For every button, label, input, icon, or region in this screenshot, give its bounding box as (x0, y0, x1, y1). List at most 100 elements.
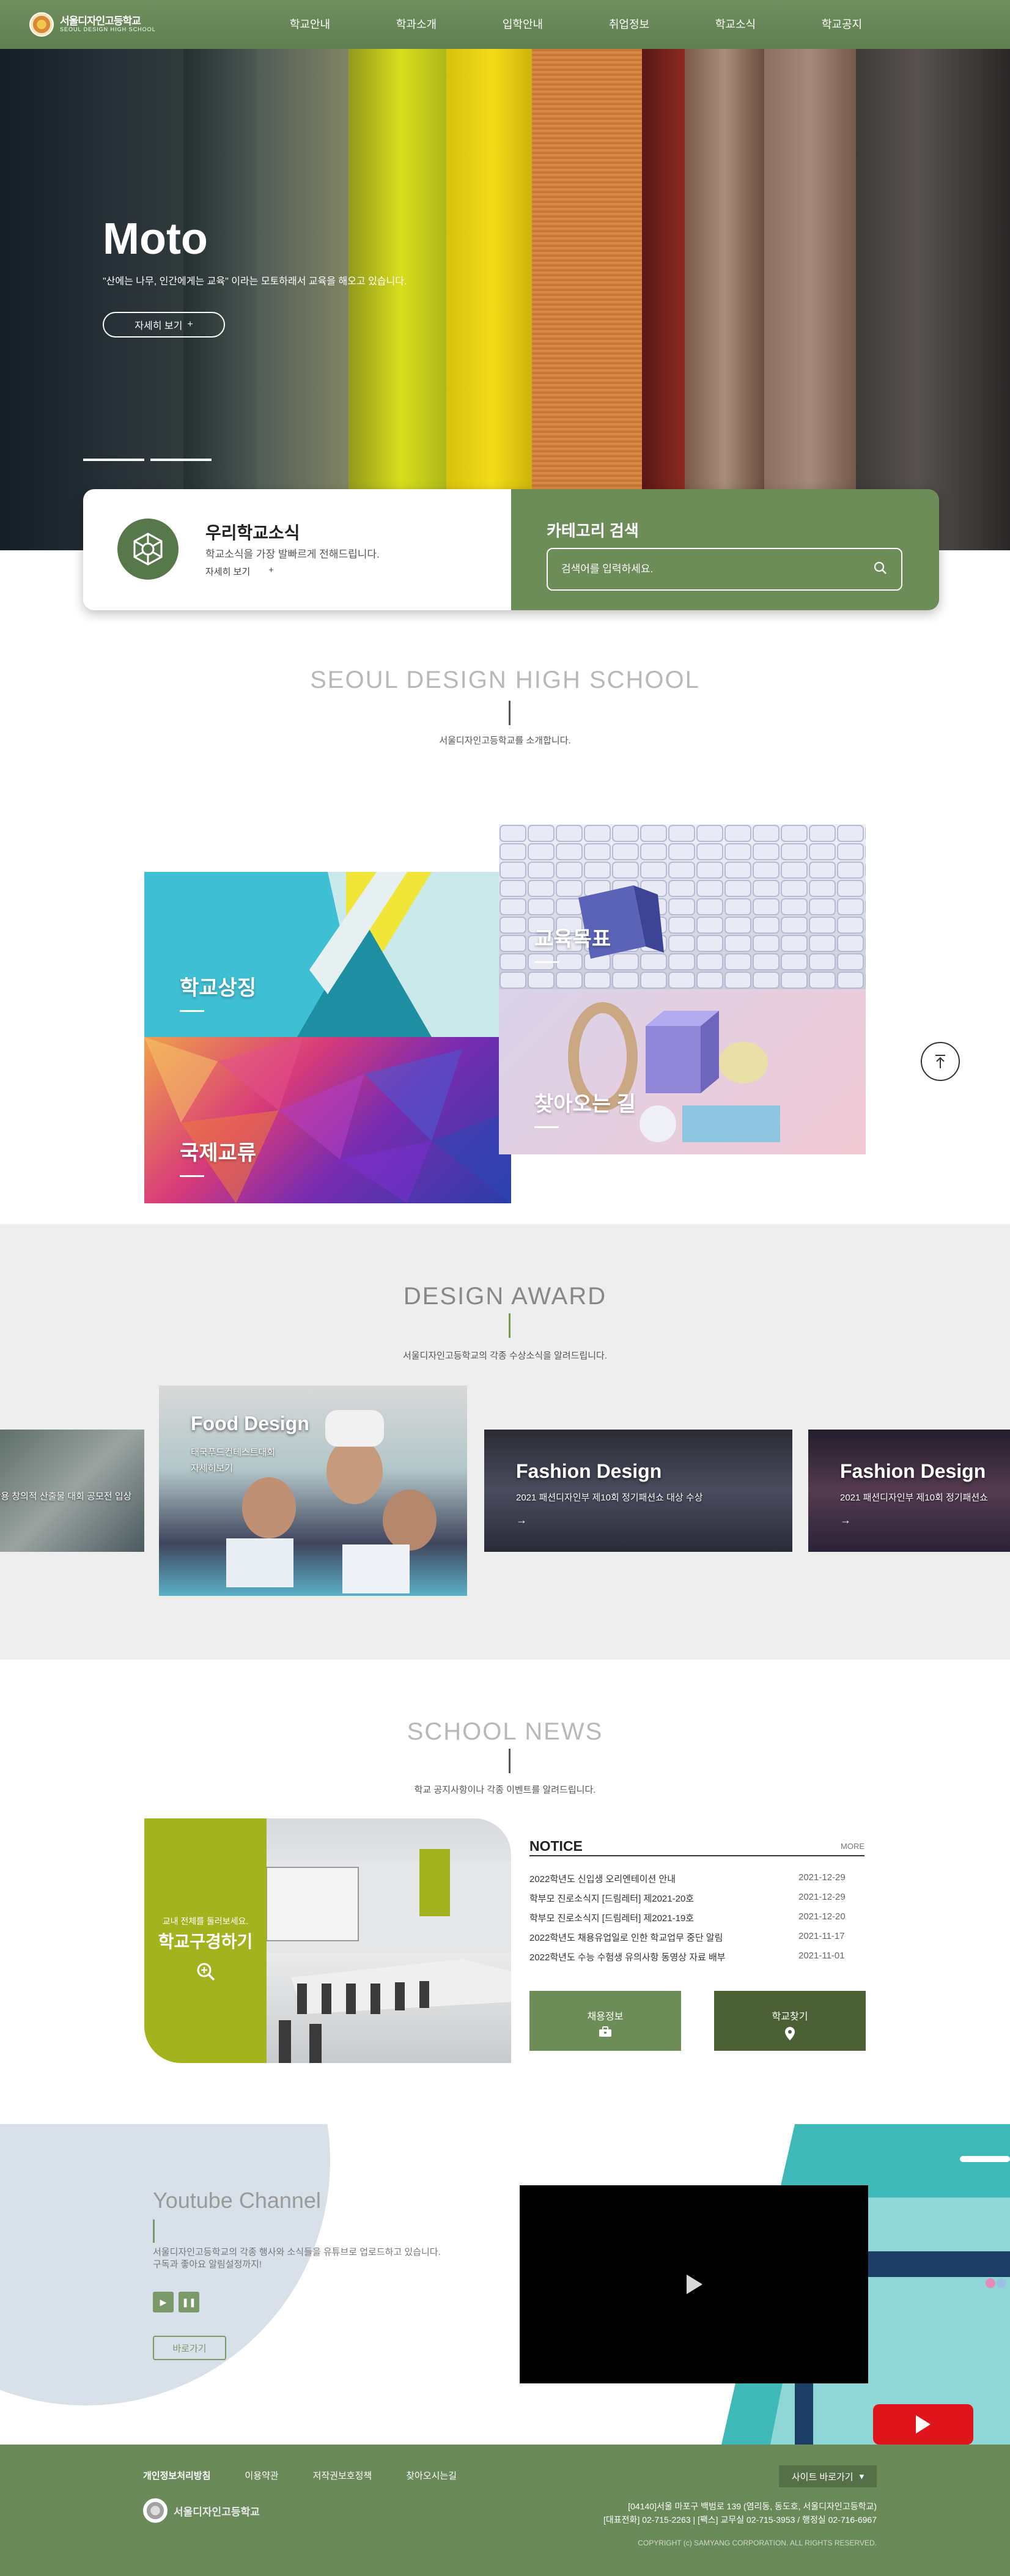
footer-link-copyright[interactable]: 저작권보호정책 (313, 2469, 372, 2482)
footer-logo-name: 서울디자인고등학교 (174, 2506, 260, 2518)
plus-icon: + (187, 319, 193, 330)
footer-link-terms[interactable]: 이용약관 (245, 2469, 278, 2482)
site-header: 서울디자인고등학교 SEOUL DESIGN HIGH SCHOOL 학교안내 … (0, 0, 1010, 49)
school-emblem-icon (29, 12, 54, 37)
tile-school-symbol-label: 학교상징 (180, 976, 257, 1000)
notice-item-title: 2022학년도 수능 수험생 유의사항 동영상 자료 배부 (529, 1952, 726, 1963)
intro-divider (509, 701, 511, 725)
nav-admission[interactable]: 입학안내 (470, 0, 576, 49)
tile-dash (534, 1126, 559, 1128)
school-tour-subtitle: 교내 전체를 둘러보세요. (162, 1916, 249, 1926)
notice-item-title: 학부모 진로소식지 [드림레터] 제2021-20호 (529, 1894, 695, 1904)
tile-directions[interactable]: 찾아오는 길 (499, 989, 866, 1154)
recruit-info-button[interactable]: 채용정보 (529, 1991, 681, 2051)
nav-school-news[interactable]: 학교소식 (682, 0, 789, 49)
notice-title: NOTICE (529, 1838, 583, 1854)
award-card-active[interactable]: Food Design 태국푸드컨테스트대회 자세히보기 (159, 1386, 467, 1596)
classroom-photo (266, 1818, 511, 2063)
family-site-select[interactable]: 사이트 바로가기 ▾ (779, 2465, 877, 2487)
site-logo[interactable]: 서울디자인고등학교 SEOUL DESIGN HIGH SCHOOL (29, 11, 170, 38)
notice-item[interactable]: 2022학년도 채용유업일로 인한 학교업무 중단 알림 2021-11-17 (529, 1931, 864, 1944)
footer-link-privacy[interactable]: 개인정보처리방침 (143, 2469, 210, 2482)
notice-item-date: 2021-12-20 (798, 1911, 846, 1922)
youtube-shortcut-button[interactable]: 바로가기 (153, 2336, 226, 2360)
tile-directions-label: 찾아오는 길 (534, 1093, 636, 1116)
award-card[interactable]: Fashion Design 2021 패션디자인부 제10회 정기패션쇼 대상… (484, 1430, 792, 1552)
tile-dash (180, 1010, 204, 1012)
tile-school-symbol[interactable]: 학교상징 (144, 872, 499, 1037)
arrow-up-icon (935, 1055, 945, 1068)
video-player[interactable] (520, 2185, 868, 2383)
youtube-description-line: 서울디자인고등학교의 각종 행사와 소식들을 유튜브로 업로드하고 있습니다. (153, 2247, 441, 2257)
tile-dash (180, 1175, 204, 1177)
category-search-field (547, 548, 902, 591)
award-card-desc: 2021 패션디자인부 제10회 정기패션쇼 (840, 1493, 988, 1503)
hero-page-indicator[interactable] (150, 459, 212, 461)
notice-item[interactable]: 학부모 진로소식지 [드림레터] 제2021-20호 2021-12-29 (529, 1892, 864, 1905)
play-icon[interactable]: ▶ (153, 2292, 174, 2312)
award-card-desc: 제7회 스마트폰 활용 창의적 산출물 대회 공모전 입상 (0, 1491, 132, 1502)
main-navigation: 학교안내 학과소개 입학안내 취업정보 학교소식 학교공지 (257, 0, 895, 49)
hero-page-indicator[interactable] (83, 459, 144, 461)
footer-link-directions[interactable]: 찾아오시는길 (406, 2469, 457, 2482)
award-card-desc: 태국푸드컨테스트대회 (191, 1447, 276, 1458)
notice-item[interactable]: 2022학년도 신입생 오리엔테이션 안내 2021-12-29 (529, 1872, 864, 1886)
notice-item[interactable]: 학부모 진로소식지 [드림레터] 제2021-19호 2021-12-20 (529, 1911, 864, 1925)
nav-employment[interactable]: 취업정보 (576, 0, 682, 49)
tile-education-goal[interactable]: 교육목표 (499, 824, 866, 989)
hero-overlay (0, 49, 1010, 550)
site-footer: 개인정보처리방침 이용약관 저작권보호정책 찾아오시는길 사이트 바로가기 ▾ … (0, 2445, 1010, 2576)
find-school-button[interactable]: 학교찾기 (714, 1991, 866, 2051)
footer-links: 개인정보처리방침 이용약관 저작권보호정책 찾아오시는길 (143, 2469, 457, 2482)
youtube-description-line: 구독과 좋아요 알림설정까지! (153, 2259, 262, 2270)
nav-school-info[interactable]: 학교안내 (257, 0, 363, 49)
tile-dash (534, 961, 559, 963)
award-card[interactable]: 제7회 스마트폰 활용 창의적 산출물 대회 공모전 입상 (0, 1430, 144, 1552)
notice-item-title: 2022학년도 채용유업일로 인한 학교업무 중단 알림 (529, 1933, 723, 1943)
tile-international-exchange-label: 국제교류 (180, 1142, 257, 1165)
recruit-info-label: 채용정보 (587, 2012, 624, 2022)
footer-address: [04140]서울 마포구 백범로 139 (염리동, 동도호, 서울디자인고등… (449, 2500, 877, 2526)
school-tour-title: 학교구경하기 (158, 1932, 253, 1951)
nav-school-notice[interactable]: 학교공지 (789, 0, 895, 49)
footer-contact-line: [대표전화] 02-715-2263 | [팩스] 교무실 02-715-395… (603, 2515, 877, 2525)
footer-logo: 서울디자인고등학교 (143, 2498, 260, 2523)
hero-more-button[interactable]: 자세히 보기 + (103, 312, 225, 338)
award-title: DESIGN AWARD (403, 1283, 607, 1310)
zoom-in-icon[interactable] (196, 1962, 216, 1982)
hero-title: Moto (103, 215, 208, 264)
family-site-label: 사이트 바로가기 (791, 2471, 853, 2482)
category-search-title: 카테고리 검색 (547, 522, 639, 540)
hero-banner (0, 49, 1010, 550)
school-news-description: 학교소식을 가장 발빠르게 전해드립니다. (205, 548, 380, 560)
pause-icon[interactable]: ❚❚ (179, 2292, 199, 2312)
youtube-divider (153, 2220, 155, 2243)
logo-name-ko: 서울디자인고등학교 (60, 15, 141, 27)
notice-item-date: 2021-11-17 (798, 1931, 845, 1941)
school-news-more-link[interactable]: 자세히 보기 + (205, 565, 274, 578)
nav-departments[interactable]: 학과소개 (363, 0, 470, 49)
school-tour-card[interactable]: 교내 전체를 둘러보세요. 학교구경하기 (144, 1818, 511, 2063)
school-news-title: 우리학교소식 (205, 523, 300, 542)
notice-item-date: 2021-11-01 (798, 1950, 845, 1961)
tile-international-exchange[interactable]: 국제교류 (144, 1037, 511, 1203)
scroll-to-top-button[interactable] (921, 1042, 960, 1081)
video-play-icon (687, 2275, 702, 2294)
find-school-label: 학교찾기 (772, 2012, 808, 2022)
school-emblem-icon (143, 2498, 168, 2523)
school-news-box: 우리학교소식 학교소식을 가장 발빠르게 전해드립니다. 자세히 보기 + (83, 489, 511, 610)
notice-item[interactable]: 2022학년도 수능 수험생 유의사항 동영상 자료 배부 2021-11-01 (529, 1950, 864, 1964)
intro-subtitle: 서울디자인고등학교를 소개합니다. (439, 736, 571, 746)
network-icon (117, 519, 179, 580)
plus-icon: + (268, 565, 274, 575)
category-search-box: 카테고리 검색 (511, 489, 939, 610)
briefcase-icon (599, 2026, 611, 2037)
school-news-section-title: SCHOOL NEWS (407, 1718, 603, 1745)
search-icon[interactable] (873, 561, 888, 578)
notice-more-link[interactable]: MORE (841, 1842, 864, 1851)
category-search-input[interactable] (561, 563, 873, 575)
award-card[interactable]: Fashion Design 2021 패션디자인부 제10회 정기패션쇼 → (808, 1430, 1010, 1552)
notice-item-date: 2021-12-29 (798, 1872, 846, 1883)
school-news-divider (509, 1749, 511, 1773)
logo-name-en: SEOUL DESIGN HIGH SCHOOL (60, 26, 156, 33)
